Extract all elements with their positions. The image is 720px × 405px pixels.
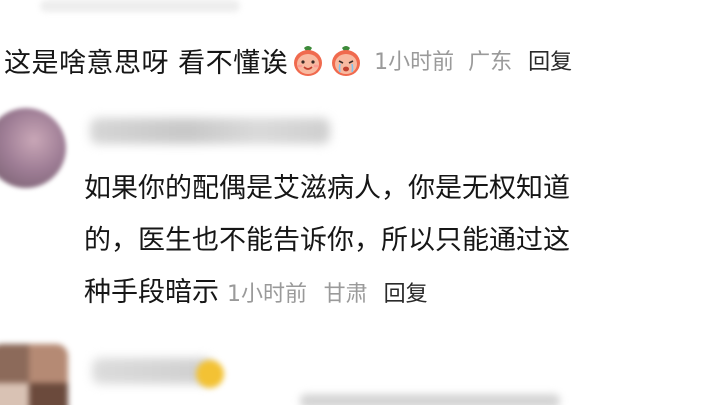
tomato-cry-emoji [328,42,364,78]
avatar[interactable] [0,108,66,188]
comment-last-line: 种手段暗示 1小时前 甘肃 回复 [84,267,714,321]
comment-text: 这是啥意思呀 看不懂诶 [4,47,289,79]
blurred-emoji-icon [196,360,224,388]
comment-item: 如果你的配偶是艾滋病人，你是无权知道 的，医生也不能告诉你，所以只能通过这 种手… [84,163,714,321]
comment-location: 广东 [468,50,513,75]
reply-button[interactable]: 回复 [528,44,572,76]
comment-item: 这是啥意思呀 看不懂诶 1小时前 广东 回复 [4,38,572,82]
tomato-smile-emoji [290,42,326,78]
comment-time: 1小时前 [227,282,307,307]
previous-comment-remnant [0,0,720,22]
comment-thread: 这是啥意思呀 看不懂诶 1小时前 广东 回复 如果你的配偶是艾滋病人，你是无权知… [0,0,720,405]
comment-text-line: 的，医生也不能告诉你，所以只能通过这 [84,225,570,256]
blurred-text [40,0,240,12]
comment-text-line: 种手段暗示 [84,277,219,308]
comment-time: 1小时前 [374,50,455,75]
username-blurred [90,118,330,144]
blurred-text [300,394,560,405]
comment-text-line: 如果你的配偶是艾滋病人，你是无权知道 [84,173,570,204]
username-blurred [92,358,212,384]
comment-location: 甘肃 [323,282,368,307]
reply-button[interactable]: 回复 [384,282,428,307]
avatar[interactable] [0,344,68,405]
